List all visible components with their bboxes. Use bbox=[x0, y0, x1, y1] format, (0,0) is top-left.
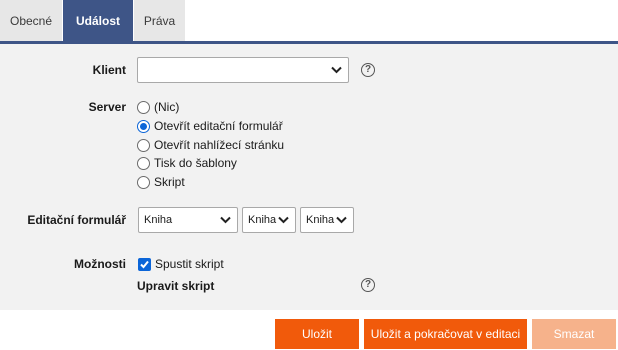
edit-form-select-2[interactable]: Kniha bbox=[242, 207, 296, 233]
radio-button[interactable] bbox=[137, 138, 150, 152]
server-option-view-page[interactable]: Otevřít nahlížecí stránku bbox=[137, 137, 284, 153]
delete-button[interactable]: Smazat bbox=[532, 319, 616, 349]
save-button[interactable]: Uložit bbox=[275, 319, 359, 349]
chevron-down-icon bbox=[278, 216, 289, 224]
radio-button[interactable] bbox=[137, 175, 150, 189]
select-value: Kniha bbox=[248, 214, 277, 226]
select-value: Kniha bbox=[144, 214, 173, 226]
radio-button-checked[interactable] bbox=[137, 119, 150, 133]
client-select[interactable] bbox=[137, 57, 349, 83]
server-option-label: Skript bbox=[154, 175, 185, 189]
server-option-label: (Nic) bbox=[154, 100, 180, 114]
check-icon bbox=[140, 260, 149, 268]
chevron-down-icon bbox=[220, 216, 231, 224]
form-panel: Klient ? Server (Nic) Otevřít editační f… bbox=[0, 44, 618, 310]
save-and-continue-button[interactable]: Uložit a pokračovat v editaci bbox=[364, 319, 527, 349]
edit-form-select-3[interactable]: Kniha bbox=[300, 207, 354, 233]
server-option-none[interactable]: (Nic) bbox=[137, 99, 179, 115]
select-value: Kniha bbox=[306, 214, 335, 226]
server-label: Server bbox=[88, 100, 126, 114]
client-help-icon[interactable]: ? bbox=[361, 63, 375, 77]
client-label: Klient bbox=[92, 63, 126, 77]
chevron-down-icon bbox=[336, 216, 347, 224]
tab-general[interactable]: Obecné bbox=[0, 0, 62, 42]
radio-button[interactable] bbox=[137, 156, 150, 170]
edit-script-help-icon[interactable]: ? bbox=[361, 278, 375, 292]
tab-event[interactable]: Událost bbox=[63, 0, 133, 42]
edit-form-label: Editační formulář bbox=[27, 213, 126, 227]
run-script-checkbox[interactable]: Spustit skript bbox=[138, 256, 224, 272]
edit-form-select-1[interactable]: Kniha bbox=[138, 207, 238, 233]
radio-button[interactable] bbox=[137, 100, 150, 114]
tab-bar: Obecné Událost Práva bbox=[0, 0, 618, 44]
server-option-label: Tisk do šablony bbox=[154, 156, 237, 170]
server-option-edit-form[interactable]: Otevřít editační formulář bbox=[137, 118, 283, 134]
server-option-script[interactable]: Skript bbox=[137, 174, 185, 190]
server-option-print-template[interactable]: Tisk do šablony bbox=[137, 155, 237, 171]
server-option-label: Otevřít editační formulář bbox=[154, 119, 283, 133]
checkbox-checked[interactable] bbox=[138, 257, 151, 271]
run-script-label: Spustit skript bbox=[155, 257, 224, 271]
edit-script-link[interactable]: Upravit skript bbox=[137, 279, 214, 293]
server-option-label: Otevřít nahlížecí stránku bbox=[154, 138, 285, 152]
options-label: Možnosti bbox=[74, 257, 126, 271]
chevron-down-icon bbox=[331, 66, 342, 74]
tab-rights[interactable]: Práva bbox=[134, 0, 185, 42]
